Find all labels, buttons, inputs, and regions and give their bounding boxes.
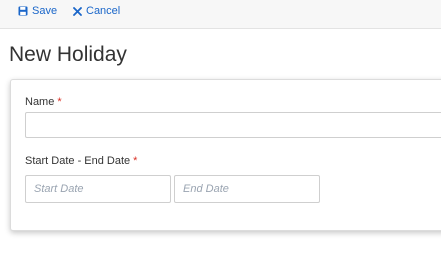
save-button-label: Save (32, 5, 58, 17)
name-label-text: Name (25, 96, 55, 108)
close-x-icon (73, 6, 82, 16)
holiday-form-card: Name * Start Date - End Date * (10, 79, 441, 231)
name-input[interactable] (25, 112, 441, 138)
date-range-label: Start Date - End Date * (25, 155, 137, 167)
page-title: New Holiday (9, 43, 127, 66)
end-date-input[interactable] (174, 175, 320, 203)
save-button[interactable]: Save (18, 4, 57, 18)
required-marker: * (133, 155, 138, 167)
date-range-label-text: Start Date - End Date (25, 155, 131, 167)
cancel-button-label: Cancel (86, 5, 121, 17)
name-label: Name * (25, 96, 62, 108)
cancel-button[interactable]: Cancel (73, 4, 120, 18)
toolbar: Save Cancel (0, 0, 441, 29)
start-date-input[interactable] (25, 175, 171, 203)
floppy-disk-icon (18, 6, 28, 16)
required-marker: * (57, 96, 62, 108)
